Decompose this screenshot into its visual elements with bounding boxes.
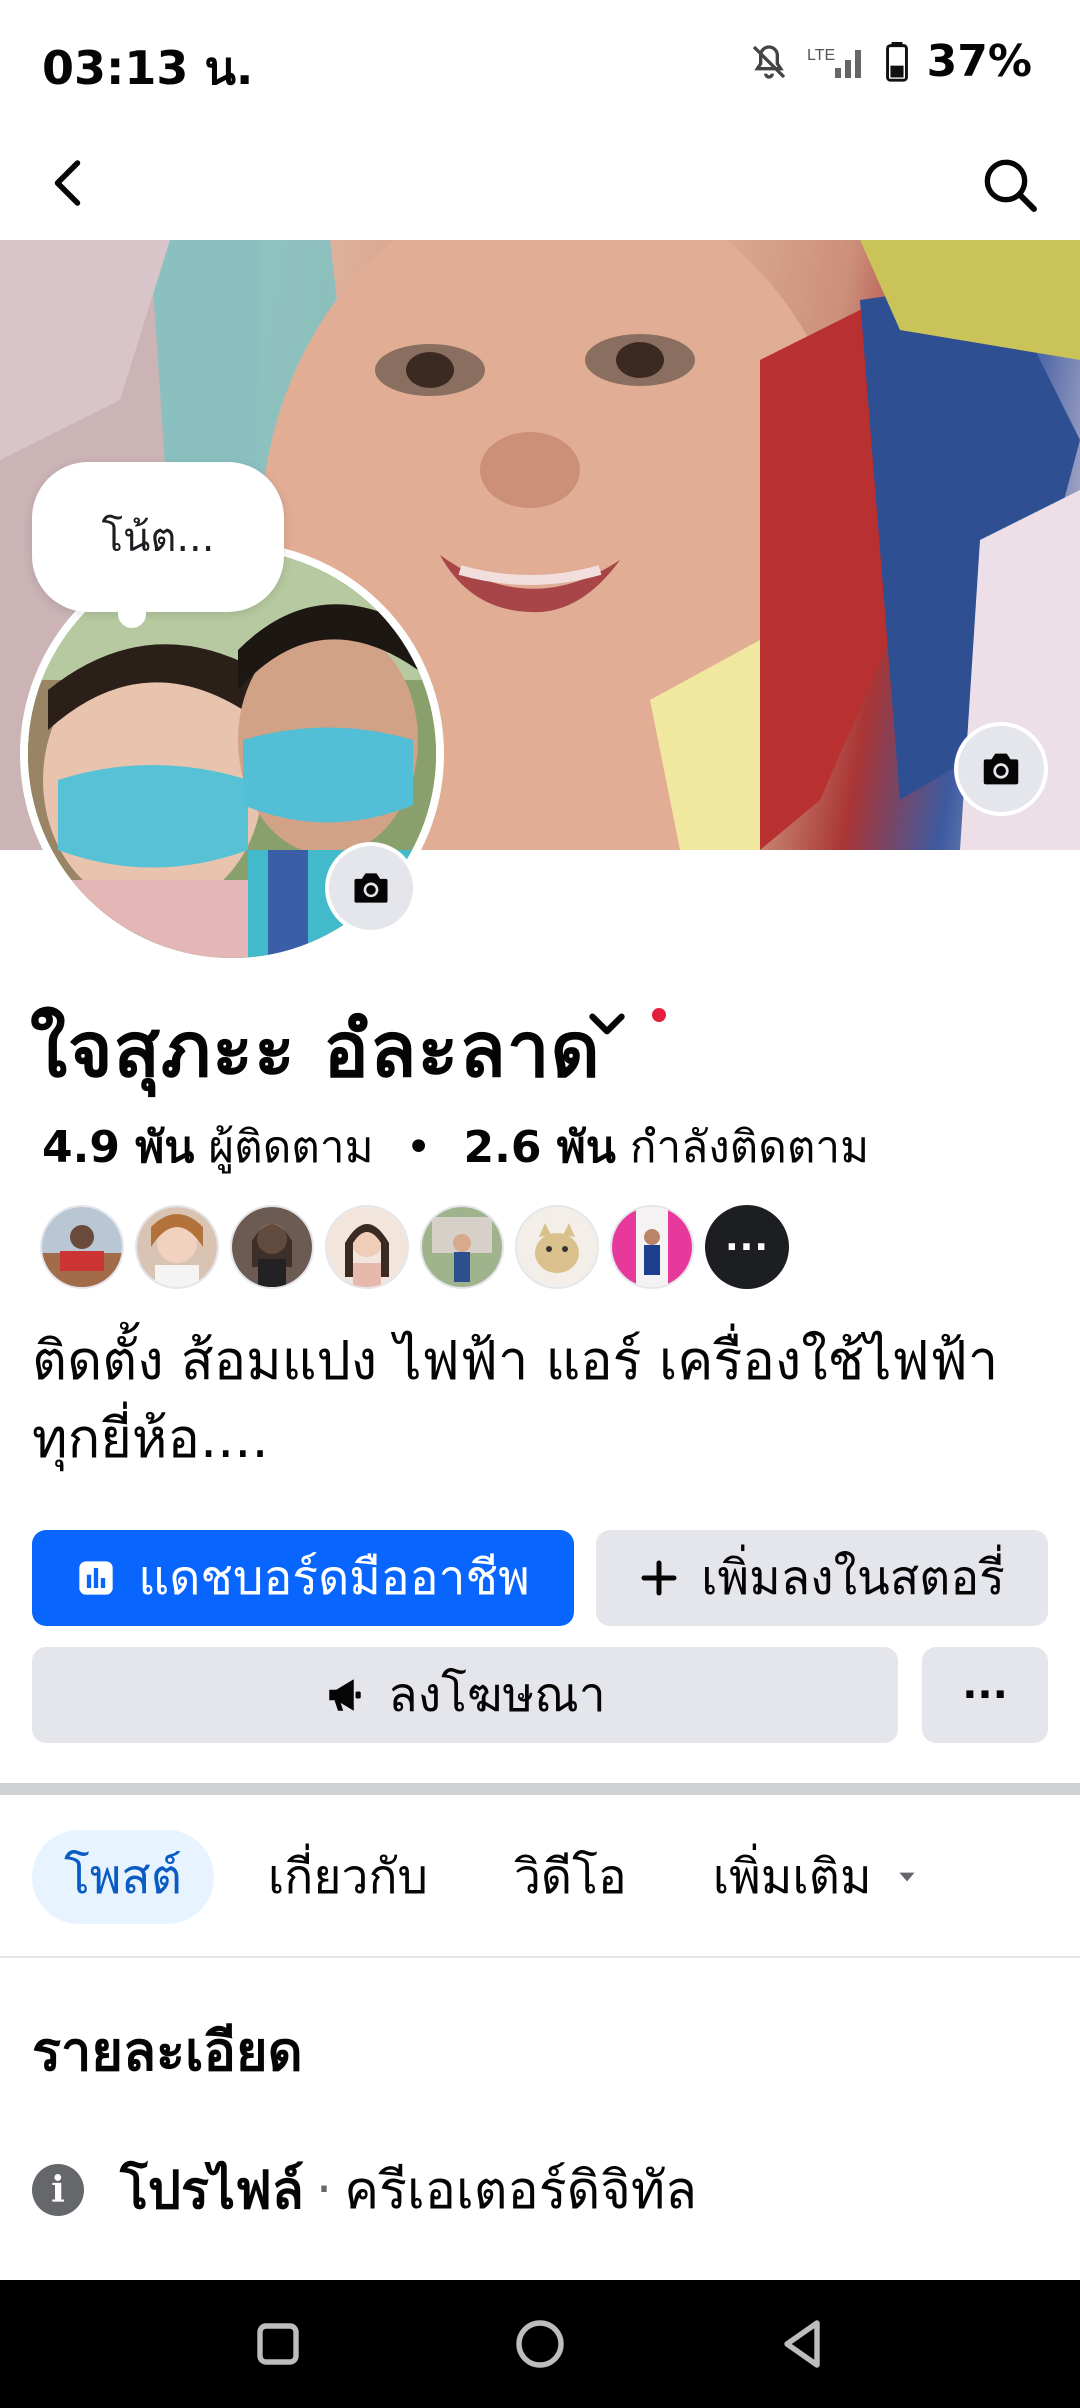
tab-posts-label: โพสต์ bbox=[64, 1849, 182, 1905]
status-bar: 03:13 น. LTE 37% bbox=[0, 0, 1080, 125]
cover-camera-button[interactable] bbox=[954, 722, 1048, 816]
note-bubble[interactable]: โน้ต... bbox=[32, 462, 284, 612]
follower-avatar[interactable] bbox=[135, 1205, 219, 1289]
following-count: 2.6 พัน bbox=[463, 1122, 616, 1173]
professional-dashboard-label: แดชบอร์ดมืออาชีพ bbox=[138, 1550, 530, 1606]
caret-down-icon bbox=[894, 1864, 920, 1890]
add-to-story-button[interactable]: เพิ่มลงในสตอรี่ bbox=[596, 1530, 1048, 1626]
camera-icon bbox=[983, 753, 1019, 785]
recent-apps-button[interactable] bbox=[242, 2308, 314, 2380]
followers-label: ผู้ติดตาม bbox=[208, 1122, 374, 1173]
avatar-camera-button[interactable] bbox=[325, 842, 417, 934]
tab-about-label: เกี่ยวกับ bbox=[267, 1849, 428, 1905]
advertise-label: ลงโฆษณา bbox=[388, 1667, 606, 1723]
system-nav-bar bbox=[0, 2280, 1080, 2408]
details-heading: รายละเอียด bbox=[32, 2020, 303, 2083]
follower-avatars: ··· bbox=[40, 1205, 789, 1289]
tab-more[interactable]: เพิ่มเติม bbox=[681, 1830, 952, 1924]
svg-text:LTE: LTE bbox=[807, 47, 835, 64]
followers-count: 4.9 พัน bbox=[42, 1122, 195, 1173]
chevron-left-icon bbox=[54, 160, 81, 206]
home-button[interactable] bbox=[504, 2308, 576, 2380]
camera-icon bbox=[354, 873, 388, 903]
following-link[interactable]: 2.6 พัน กำลังติดตาม bbox=[464, 1122, 870, 1173]
detail-profile-value: ครีเอเตอร์ดิจิทัล bbox=[344, 2161, 698, 2221]
top-nav bbox=[0, 125, 1080, 240]
follower-avatar[interactable] bbox=[230, 1205, 314, 1289]
add-to-story-label: เพิ่มลงในสตอรี่ bbox=[701, 1550, 1005, 1606]
note-text: โน้ต... bbox=[101, 515, 215, 561]
followers-link[interactable]: 4.9 พัน ผู้ติดตาม bbox=[42, 1122, 374, 1173]
tab-posts[interactable]: โพสต์ bbox=[32, 1830, 214, 1924]
dashboard-icon bbox=[76, 1558, 116, 1598]
detail-profile-label: โปรไฟล์ bbox=[120, 2161, 304, 2221]
search-icon bbox=[984, 159, 1037, 212]
profile-name: ใจสุภะะ อํละลาด bbox=[30, 1005, 601, 1094]
advertise-button[interactable]: ลงโฆษณา bbox=[32, 1647, 898, 1743]
plus-icon bbox=[639, 1558, 679, 1598]
tabs-separator bbox=[0, 1956, 1080, 1958]
triangle-back-icon bbox=[784, 2320, 820, 2368]
section-divider bbox=[0, 1783, 1080, 1795]
profile-tabs: โพสต์ เกี่ยวกับ วิดีโอ เพิ่มเติม bbox=[32, 1830, 974, 1924]
battery-percent: 37% bbox=[926, 36, 1032, 87]
stats-separator: • bbox=[405, 1122, 432, 1173]
status-icons: LTE 37% bbox=[749, 36, 1032, 87]
profile-bio: ติดตั้ง ส้อมแปง ไฟฟ้า แอร์ เครื่องใช้ไฟฟ… bbox=[32, 1329, 999, 1470]
follower-avatar[interactable] bbox=[610, 1205, 694, 1289]
tab-more-label: เพิ่มเติม bbox=[712, 1849, 872, 1905]
follower-avatar[interactable] bbox=[325, 1205, 409, 1289]
tab-videos-label: วิดีโอ bbox=[513, 1849, 627, 1905]
profile-stats: 4.9 พัน ผู้ติดตาม • 2.6 พัน กำลังติดตาม bbox=[42, 1112, 869, 1182]
notification-dot bbox=[652, 1008, 666, 1022]
battery-icon bbox=[885, 41, 908, 82]
chevron-down-icon bbox=[589, 1013, 625, 1035]
back-button[interactable] bbox=[40, 153, 100, 213]
following-label: กำลังติดตาม bbox=[629, 1122, 870, 1173]
more-followers-button[interactable]: ··· bbox=[705, 1205, 789, 1289]
note-bubble-tail bbox=[118, 600, 146, 628]
tab-about[interactable]: เกี่ยวกับ bbox=[236, 1830, 460, 1924]
follower-avatar[interactable] bbox=[420, 1205, 504, 1289]
mute-icon bbox=[752, 44, 785, 79]
tab-videos[interactable]: วิดีโอ bbox=[482, 1830, 659, 1924]
more-options-button[interactable]: ··· bbox=[922, 1647, 1048, 1743]
profile-switcher-button[interactable] bbox=[582, 1000, 632, 1050]
square-icon bbox=[257, 2323, 299, 2365]
search-button[interactable] bbox=[978, 153, 1042, 217]
follower-avatar[interactable] bbox=[515, 1205, 599, 1289]
system-back-button[interactable] bbox=[766, 2308, 838, 2380]
professional-dashboard-button[interactable]: แดชบอร์ดมืออาชีพ bbox=[32, 1530, 574, 1626]
detail-profile-row: i โปรไฟล์ · ครีเอเตอร์ดิจิทัล bbox=[32, 2148, 697, 2231]
detail-separator: · bbox=[315, 2159, 333, 2220]
status-time: 03:13 น. bbox=[42, 41, 254, 95]
signal-icon: LTE bbox=[807, 47, 861, 78]
follower-avatar[interactable] bbox=[40, 1205, 124, 1289]
info-icon: i bbox=[32, 2163, 84, 2216]
circle-icon bbox=[516, 2320, 564, 2368]
megaphone-icon bbox=[324, 1674, 366, 1716]
